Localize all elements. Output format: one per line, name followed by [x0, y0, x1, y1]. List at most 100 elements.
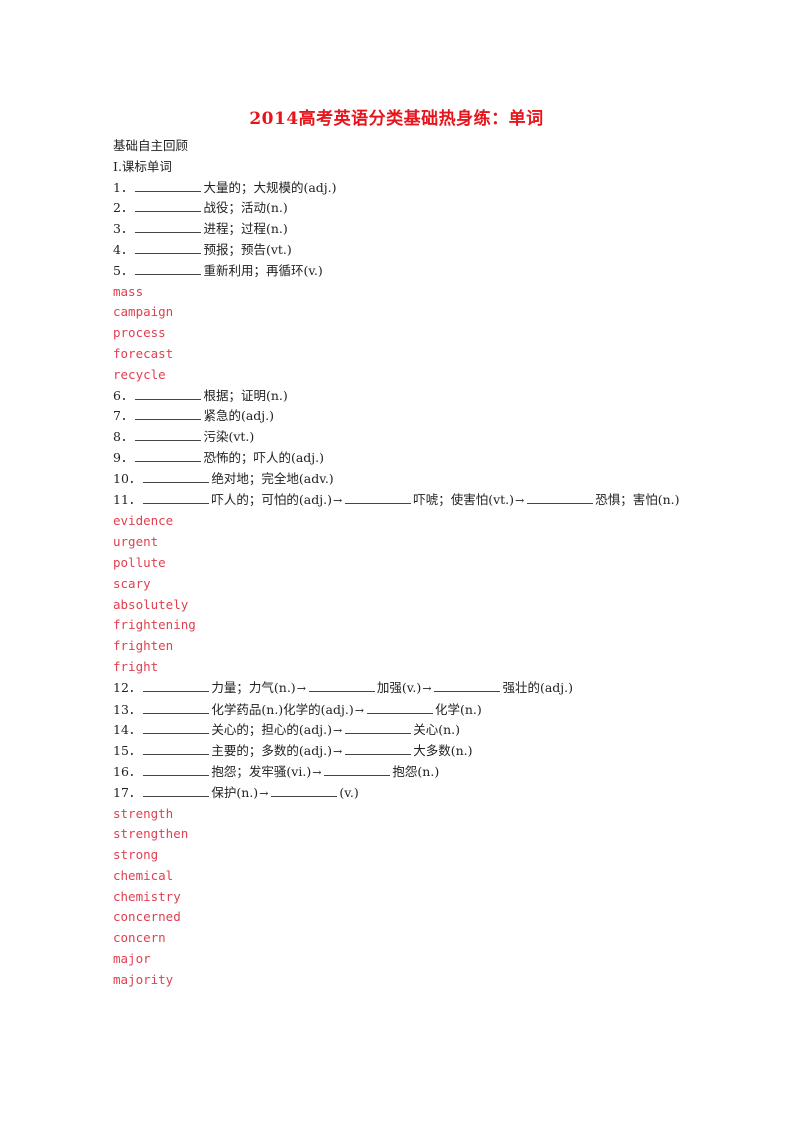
- answer-item: absolutely: [113, 596, 189, 612]
- answer-blank[interactable]: [308, 678, 375, 692]
- answer-blank[interactable]: [143, 678, 210, 692]
- question-item: 5． 重新利用；再循环(v.): [113, 261, 683, 282]
- question-number: 15．: [113, 743, 142, 759]
- answer-blank[interactable]: [135, 198, 202, 213]
- question-number: 5．: [113, 262, 134, 278]
- answer-item: major: [113, 951, 151, 967]
- question-text: 战役；活动(n.): [203, 200, 288, 216]
- answer-blank[interactable]: [143, 783, 210, 797]
- question-text: 污染(vt.): [203, 429, 255, 445]
- question-item: 14． 关心的；担心的(adj.)→ 关心(n.): [113, 720, 683, 741]
- answer-item: concerned: [113, 909, 181, 925]
- question-number: 8．: [113, 429, 134, 445]
- answer-blank[interactable]: [143, 762, 210, 776]
- answer-group-2: evidence urgent pollute scary absolutely frig…: [113, 511, 683, 677]
- question-text: 大量的；大规模的(adj.): [203, 179, 337, 195]
- question-text: 抱怨(n.): [392, 763, 440, 779]
- question-item: 16． 抱怨；发牢骚(vi.)→ 抱怨(n.): [113, 762, 683, 783]
- question-item: 13． 化学药品(n.)化学的(adj.)→ 化学(n.): [113, 700, 683, 721]
- question-text: 重新利用；再循环(v.): [203, 262, 323, 278]
- question-number: 4．: [113, 241, 134, 257]
- answer-item: strong: [113, 847, 159, 863]
- question-item: 2． 战役；活动(n.): [113, 198, 683, 219]
- question-group-1: 1． 大量的；大规模的(adj.) 2． 战役；活动(n.) 3． 进程；过程(n.) 4．…: [113, 178, 683, 282]
- question-item: 9． 恐怖的；吓人的(adj.): [113, 448, 683, 469]
- answer-item: urgent: [113, 534, 159, 550]
- question-item: 1． 大量的；大规模的(adj.): [113, 178, 683, 199]
- question-group-2: 6． 根据；证明(n.) 7． 紧急的(adj.) 8． 污染(vt.) 9． 恐怖的；吓人的…: [113, 386, 683, 512]
- arrow-icon: →: [422, 681, 432, 695]
- question-number: 10．: [113, 470, 142, 486]
- document-body: 基础自主回顾 Ⅰ.课标单词 1． 大量的；大规模的(adj.) 2． 战役；活动(n.…: [113, 136, 683, 991]
- answer-blank[interactable]: [143, 700, 210, 714]
- answer-item: chemistry: [113, 888, 181, 904]
- question-text: 绝对地；完全地(adv.): [211, 470, 334, 486]
- answer-blank[interactable]: [143, 490, 210, 504]
- question-number: 2．: [113, 200, 134, 216]
- answer-blank[interactable]: [143, 741, 210, 756]
- answer-blank[interactable]: [143, 720, 210, 735]
- answer-item: pollute: [113, 554, 166, 570]
- question-text: (v.): [339, 784, 359, 800]
- question-number: 17．: [113, 784, 142, 800]
- arrow-icon: →: [296, 681, 306, 695]
- answer-blank[interactable]: [324, 762, 391, 776]
- answer-item: scary: [113, 575, 151, 591]
- question-item: 11． 吓人的；可怕的(adj.)→ 吓唬；使害怕(vt.)→ 恐惧；害怕(n.): [113, 490, 683, 512]
- answer-item: majority: [113, 971, 174, 987]
- answer-item: frightening: [113, 617, 196, 633]
- answer-item: frighten: [113, 638, 174, 654]
- question-text: 恐怖的；吓人的(adj.): [203, 449, 325, 465]
- arrow-icon: →: [354, 703, 364, 717]
- answer-blank[interactable]: [135, 178, 202, 192]
- answer-item: mass: [113, 283, 144, 299]
- answer-item: evidence: [113, 513, 174, 529]
- answer-blank[interactable]: [434, 678, 501, 692]
- arrow-icon: →: [515, 493, 525, 507]
- question-text: 预报；预告(vt.): [203, 241, 292, 257]
- arrow-icon: →: [332, 724, 343, 738]
- question-text: 关心(n.): [413, 722, 460, 738]
- question-text: 关心的；担心的(adj.): [211, 722, 332, 738]
- question-group-3: 12． 力量；力气(n.)→ 加强(v.)→ 强壮的(adj.) 13． 化学药品(n.)…: [113, 678, 683, 804]
- question-text: 吓唬；使害怕(vt.): [413, 491, 514, 507]
- answer-blank[interactable]: [143, 469, 210, 483]
- question-number: 16．: [113, 763, 142, 779]
- answer-blank[interactable]: [366, 700, 433, 714]
- question-text: 抱怨；发牢骚(vi.): [211, 763, 312, 779]
- arrow-icon: →: [332, 745, 343, 759]
- answer-blank[interactable]: [271, 783, 338, 797]
- question-number: 3．: [113, 221, 134, 237]
- answer-blank[interactable]: [135, 448, 202, 462]
- question-item: 12． 力量；力气(n.)→ 加强(v.)→ 强壮的(adj.): [113, 678, 683, 700]
- question-item: 15． 主要的；多数的(adj.)→ 大多数(n.): [113, 741, 683, 762]
- question-number: 14．: [113, 722, 142, 738]
- question-text: 根据；证明(n.): [203, 387, 288, 403]
- answer-group-1: mass campaign process forecast recycle: [113, 282, 683, 386]
- question-text: 化学(n.): [434, 701, 482, 717]
- question-item: 17． 保护(n.)→ (v.): [113, 783, 683, 804]
- answer-group-3: strength strengthen strong chemical chemistr…: [113, 804, 683, 991]
- question-item: 10． 绝对地；完全地(adv.): [113, 469, 683, 490]
- answer-item: fright: [113, 658, 159, 674]
- answer-blank[interactable]: [135, 261, 202, 275]
- question-item: 6． 根据；证明(n.): [113, 386, 683, 407]
- answer-blank[interactable]: [135, 427, 202, 442]
- answer-blank[interactable]: [135, 219, 202, 234]
- question-text: 大多数(n.): [413, 743, 473, 759]
- answer-item: forecast: [113, 345, 174, 361]
- answer-blank[interactable]: [345, 741, 412, 756]
- answer-blank[interactable]: [345, 490, 412, 504]
- question-number: 13．: [113, 701, 142, 717]
- answer-blank[interactable]: [135, 240, 202, 254]
- answer-blank[interactable]: [135, 386, 202, 400]
- question-number: 12．: [113, 679, 142, 695]
- answer-item: strengthen: [113, 826, 189, 842]
- question-text: 主要的；多数的(adj.): [211, 743, 332, 759]
- section-heading: 基础自主回顾: [113, 138, 189, 153]
- answer-blank[interactable]: [345, 720, 412, 735]
- answer-blank[interactable]: [527, 490, 594, 504]
- question-number: 1．: [113, 179, 134, 195]
- answer-blank[interactable]: [135, 406, 202, 421]
- arrow-icon: →: [312, 765, 322, 779]
